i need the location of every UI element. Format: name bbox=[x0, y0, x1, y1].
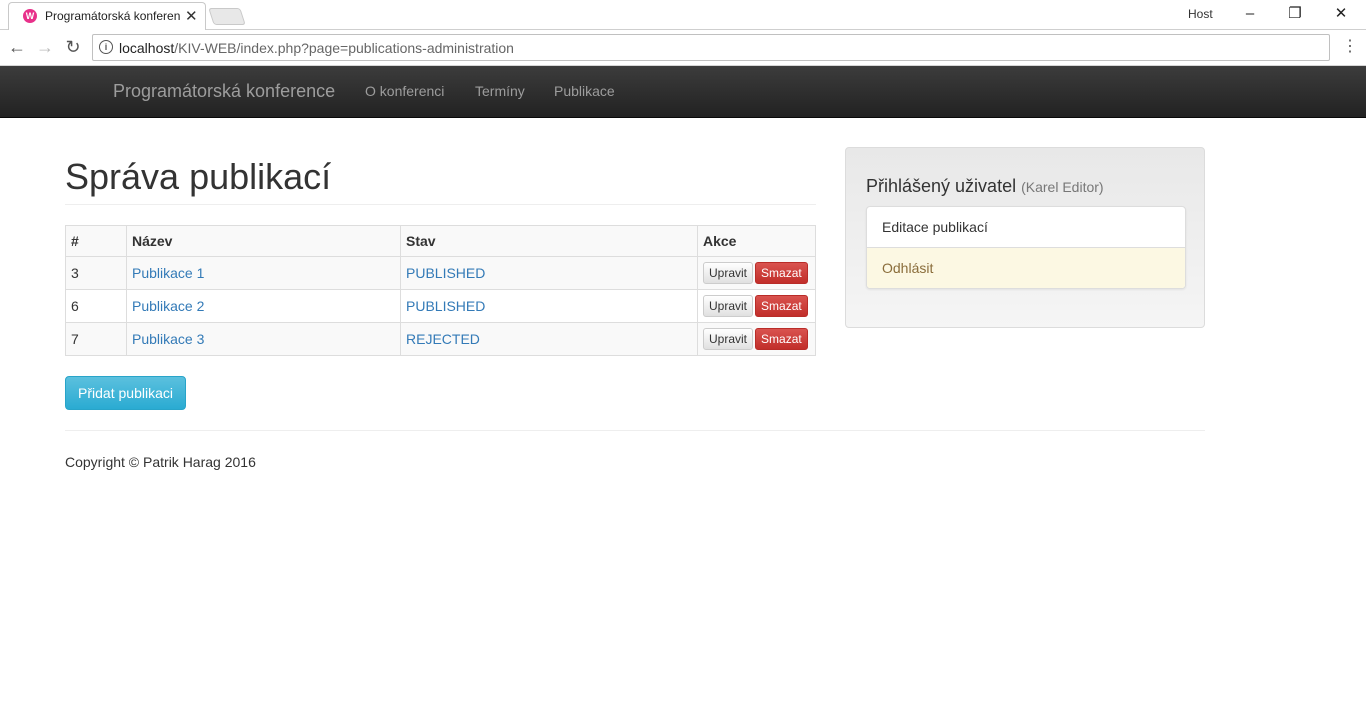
publication-link[interactable]: Publikace 2 bbox=[132, 298, 204, 314]
new-tab-button[interactable] bbox=[208, 8, 246, 25]
user-panel-title: Přihlášený uživatel (Karel Editor) bbox=[866, 176, 1104, 197]
menu-item-edit-publications[interactable]: Editace publikací bbox=[867, 207, 1185, 247]
delete-button[interactable]: Smazat bbox=[755, 262, 808, 284]
delete-button[interactable]: Smazat bbox=[755, 328, 808, 350]
back-icon[interactable]: ← bbox=[6, 36, 28, 58]
navbar-brand[interactable]: Programátorská konference bbox=[113, 81, 335, 102]
row-actions: Upravit Smazat bbox=[697, 289, 816, 323]
browser-tabstrip: W Programátorská konferen ✕ Host – ❐ ✕ bbox=[0, 0, 1366, 30]
edit-button[interactable]: Upravit bbox=[703, 295, 754, 317]
browser-tab[interactable]: W Programátorská konferen ✕ bbox=[8, 2, 206, 30]
address-bar[interactable]: i localhost/KIV-WEB/index.php?page=publi… bbox=[92, 34, 1330, 61]
publication-link[interactable]: Publikace 3 bbox=[132, 331, 204, 347]
user-panel: Přihlášený uživatel (Karel Editor) Edita… bbox=[845, 147, 1205, 328]
tab-close-icon[interactable]: ✕ bbox=[185, 7, 198, 25]
nav-link-publikace[interactable]: Publikace bbox=[554, 83, 615, 99]
copyright-text: Copyright © Patrik Harag 2016 bbox=[65, 454, 256, 470]
status-link[interactable]: PUBLISHED bbox=[406, 298, 485, 314]
row-id: 3 bbox=[65, 256, 127, 290]
add-publication-button[interactable]: Přidat publikaci bbox=[65, 376, 186, 410]
url-path: /KIV-WEB/index.php?page=publications-adm… bbox=[174, 40, 514, 56]
user-panel-heading: Přihlášený uživatel bbox=[866, 176, 1017, 196]
edit-button[interactable]: Upravit bbox=[703, 328, 754, 350]
title-divider bbox=[65, 204, 816, 205]
column-header-status: Stav bbox=[400, 225, 698, 257]
table-row: 7 Publikace 3 REJECTED Upravit Smazat bbox=[65, 322, 816, 356]
browser-menu-icon[interactable]: ⋮ bbox=[1342, 38, 1358, 56]
user-menu: Editace publikací Odhlásit bbox=[866, 206, 1186, 289]
row-actions: Upravit Smazat bbox=[697, 256, 816, 290]
delete-button[interactable]: Smazat bbox=[755, 295, 808, 317]
row-id: 6 bbox=[65, 289, 127, 323]
menu-item-logout[interactable]: Odhlásit bbox=[867, 247, 1185, 288]
forward-icon[interactable]: → bbox=[34, 36, 56, 58]
column-header-name: Název bbox=[126, 225, 401, 257]
publications-table: # Název Stav Akce 3 Publikace 1 PUBLISHE… bbox=[65, 225, 816, 356]
page-title: Správa publikací bbox=[65, 156, 332, 197]
table-row: 3 Publikace 1 PUBLISHED Upravit Smazat bbox=[65, 256, 816, 290]
tab-title: Programátorská konferen bbox=[45, 9, 181, 23]
publication-link[interactable]: Publikace 1 bbox=[132, 265, 204, 281]
edit-button[interactable]: Upravit bbox=[703, 262, 754, 284]
browser-toolbar: ← → ↻ i localhost/KIV-WEB/index.php?page… bbox=[0, 30, 1366, 66]
profile-label[interactable]: Host bbox=[1188, 7, 1213, 21]
footer-divider bbox=[65, 430, 1205, 431]
nav-link-terminy[interactable]: Termíny bbox=[475, 83, 525, 99]
site-favicon-icon: W bbox=[23, 9, 37, 23]
url-host: localhost bbox=[119, 40, 175, 56]
close-window-icon[interactable]: ✕ bbox=[1326, 3, 1356, 25]
minimize-icon[interactable]: – bbox=[1235, 3, 1265, 25]
user-name: (Karel Editor) bbox=[1021, 179, 1104, 195]
nav-link-o-konferenci[interactable]: O konferenci bbox=[365, 83, 444, 99]
address-url: localhost/KIV-WEB/index.php?page=publica… bbox=[119, 40, 514, 56]
status-link[interactable]: REJECTED bbox=[406, 331, 480, 347]
restore-icon[interactable]: ❐ bbox=[1280, 3, 1310, 25]
column-header-id: # bbox=[65, 225, 127, 257]
table-header-row: # Název Stav Akce bbox=[65, 225, 816, 257]
site-navbar: Programátorská konference O konferenci T… bbox=[0, 66, 1366, 118]
row-id: 7 bbox=[65, 322, 127, 356]
table-row: 6 Publikace 2 PUBLISHED Upravit Smazat bbox=[65, 289, 816, 323]
reload-icon[interactable]: ↻ bbox=[62, 36, 84, 58]
column-header-actions: Akce bbox=[697, 225, 816, 257]
row-actions: Upravit Smazat bbox=[697, 322, 816, 356]
info-icon[interactable]: i bbox=[99, 40, 113, 54]
status-link[interactable]: PUBLISHED bbox=[406, 265, 485, 281]
